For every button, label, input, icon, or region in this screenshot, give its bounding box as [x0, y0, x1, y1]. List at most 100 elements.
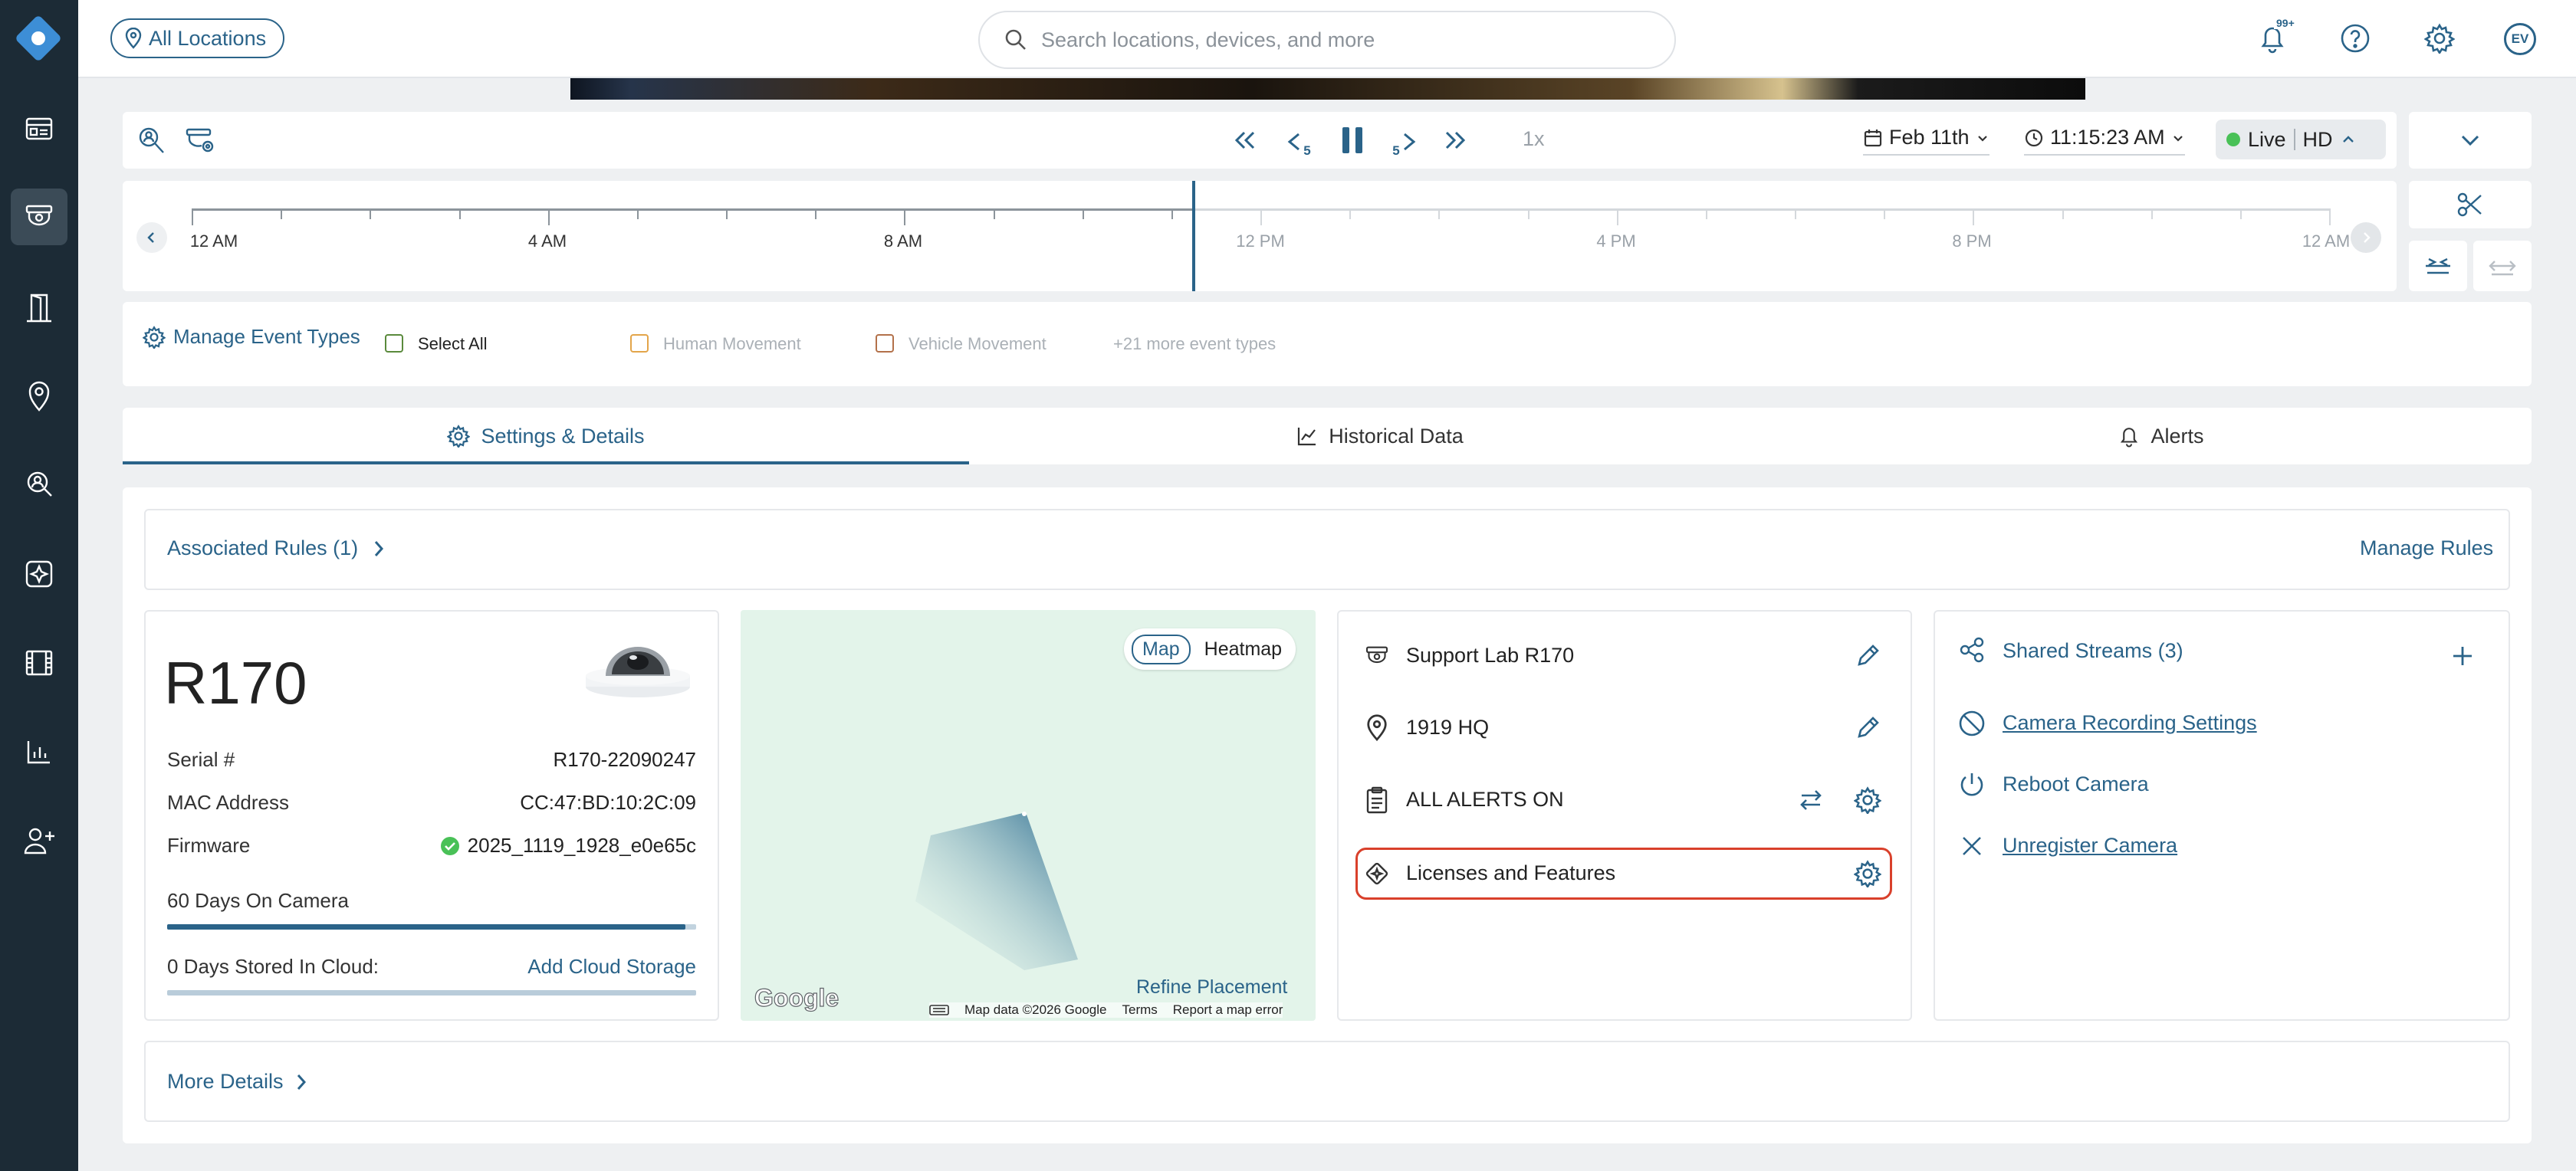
- live-status-dot: [2226, 133, 2240, 146]
- manage-event-types-button[interactable]: Manage Event Types: [143, 325, 360, 349]
- manage-rules-link[interactable]: Manage Rules: [2360, 536, 2493, 560]
- pause-icon: [1342, 127, 1362, 153]
- clip-button[interactable]: [2409, 181, 2532, 228]
- swap-alerts-button[interactable]: [1794, 783, 1828, 817]
- refine-placement-link[interactable]: Refine Placement: [1136, 976, 1287, 999]
- search-people-button[interactable]: [133, 123, 169, 158]
- sidebar-analytics-icon[interactable]: [11, 723, 67, 780]
- licenses-settings-button[interactable]: [1851, 857, 1884, 891]
- forward-5s-button[interactable]: 5: [1388, 123, 1423, 162]
- sidebar-locations-icon[interactable]: [11, 368, 67, 425]
- user-avatar[interactable]: EV: [2504, 23, 2536, 55]
- skip-back-button[interactable]: [1230, 123, 1260, 158]
- sidebar-access-control-icon[interactable]: [11, 279, 67, 336]
- firmware-value: 2025_1119_1928_e0e65c: [467, 834, 696, 857]
- map-report-link[interactable]: Report a map error: [1173, 1002, 1283, 1018]
- rewind-seconds: 5: [1303, 143, 1311, 158]
- timeline-playhead[interactable]: [1192, 181, 1195, 291]
- camera-settings-button[interactable]: [182, 123, 218, 158]
- search-input[interactable]: [1041, 28, 1639, 52]
- settings-button[interactable]: [2420, 18, 2459, 58]
- sidebar-integrations-icon[interactable]: [11, 546, 67, 602]
- sidebar-video-icon[interactable]: [11, 635, 67, 691]
- tab-alerts[interactable]: Alerts: [1791, 408, 2532, 464]
- date-picker[interactable]: Feb 11th: [1863, 126, 1990, 156]
- global-search[interactable]: [978, 11, 1676, 69]
- map-attribution: Map data ©2026 Google Terms Report a map…: [929, 1002, 1283, 1018]
- app-logo-icon[interactable]: [13, 13, 64, 64]
- line-chart-icon: [1298, 428, 1316, 446]
- pencil-icon: [1858, 717, 1879, 738]
- map-toggle-option[interactable]: Map: [1132, 634, 1191, 664]
- skip-forward-button[interactable]: [1440, 123, 1470, 158]
- more-event-types-link[interactable]: +21 more event types: [1113, 334, 1276, 354]
- zoom-in-timeline-button[interactable]: [2409, 241, 2467, 291]
- shared-streams-link[interactable]: Shared Streams (3): [2003, 639, 2183, 663]
- associated-rules-link[interactable]: Associated Rules (1): [167, 536, 386, 560]
- firmware-value-row: 2025_1119_1928_e0e65c: [440, 834, 696, 858]
- check-circle-icon: [440, 836, 459, 855]
- tab-settings-details[interactable]: Settings & Details: [123, 408, 969, 464]
- human-movement-label[interactable]: Human Movement: [663, 334, 801, 354]
- add-stream-button[interactable]: [2446, 639, 2479, 673]
- sidebar-dashboard-icon[interactable]: [11, 100, 67, 157]
- camera-map[interactable]: [741, 610, 1316, 1021]
- collapse-player-button[interactable]: [2409, 112, 2532, 169]
- alerts-settings-button[interactable]: [1851, 783, 1884, 817]
- tab-historical-data[interactable]: Historical Data: [969, 408, 1791, 464]
- more-details-label: More Details: [167, 1070, 284, 1093]
- timeline-tick: [904, 208, 906, 225]
- zoom-out-timeline-button[interactable]: [2473, 241, 2532, 291]
- mac-value: CC:47:BD:10:2C:09: [520, 791, 696, 814]
- swap-icon: [1800, 790, 1822, 810]
- recording-settings-link[interactable]: Camera Recording Settings: [2003, 711, 2257, 735]
- mac-label: MAC Address: [167, 791, 289, 814]
- map-terms-link[interactable]: Terms: [1122, 1002, 1158, 1018]
- timeline-tick-label: 12 AM: [189, 231, 238, 251]
- more-details-row: [144, 1041, 2510, 1122]
- cloud-storage-label: 0 Days Stored In Cloud:: [167, 955, 380, 978]
- heatmap-toggle-option[interactable]: Heatmap: [1198, 636, 1288, 663]
- live-quality-toggle[interactable]: Live HD: [2216, 120, 2386, 159]
- add-cloud-storage-link[interactable]: Add Cloud Storage: [527, 955, 696, 979]
- vehicle-movement-checkbox[interactable]: [876, 334, 894, 353]
- associated-rules-label: Associated Rules (1): [167, 536, 359, 559]
- unregister-camera-link[interactable]: Unregister Camera: [2003, 834, 2177, 858]
- select-all-label[interactable]: Select All: [418, 334, 488, 354]
- chevron-right-icon: [2364, 232, 2371, 243]
- edit-name-button[interactable]: [1851, 639, 1884, 673]
- rewind-5s-button[interactable]: 5: [1280, 123, 1316, 162]
- location-filter-pill[interactable]: All Locations: [110, 18, 285, 58]
- notifications-button[interactable]: 99+: [2252, 17, 2297, 58]
- timeline-tick: [2150, 208, 2153, 219]
- map-data-text: Map data ©2026 Google: [964, 1002, 1107, 1017]
- pause-button[interactable]: [1336, 121, 1369, 159]
- more-details-link[interactable]: More Details: [167, 1070, 308, 1094]
- select-all-checkbox[interactable]: [385, 334, 403, 353]
- licenses-features-label: Licenses and Features: [1406, 861, 1616, 884]
- on-camera-label: 60 Days On Camera: [167, 889, 349, 912]
- timeline-tick: [1082, 208, 1084, 219]
- edit-location-button[interactable]: [1851, 711, 1884, 745]
- double-chevron-left-icon: [1234, 131, 1255, 149]
- help-button[interactable]: [2335, 18, 2375, 58]
- video-preview-strip[interactable]: [570, 78, 2085, 100]
- timeline-tick: [1795, 208, 1796, 219]
- sidebar-search-people-icon[interactable]: [11, 457, 67, 513]
- timeline-tick: [1527, 208, 1530, 219]
- time-picker[interactable]: 11:15:23 AM: [2024, 126, 2185, 156]
- gear-icon: [1854, 860, 1881, 887]
- sidebar-cameras-icon[interactable]: [11, 189, 67, 245]
- vehicle-movement-label[interactable]: Vehicle Movement: [909, 334, 1046, 354]
- timeline-prev-button[interactable]: [136, 222, 167, 253]
- alerts-status: ALL ALERTS ON: [1406, 788, 1564, 811]
- reboot-camera-link[interactable]: Reboot Camera: [2003, 772, 2149, 796]
- timeline-tick: [281, 208, 283, 219]
- chevron-right-icon: [374, 540, 384, 556]
- sidebar-add-user-icon[interactable]: [11, 812, 67, 869]
- human-movement-checkbox[interactable]: [630, 334, 649, 353]
- sidebar: [0, 0, 78, 1171]
- playback-speed[interactable]: 1x: [1523, 127, 1545, 151]
- timeline-next-button[interactable]: [2351, 222, 2381, 253]
- keyboard-icon[interactable]: [929, 1004, 949, 1016]
